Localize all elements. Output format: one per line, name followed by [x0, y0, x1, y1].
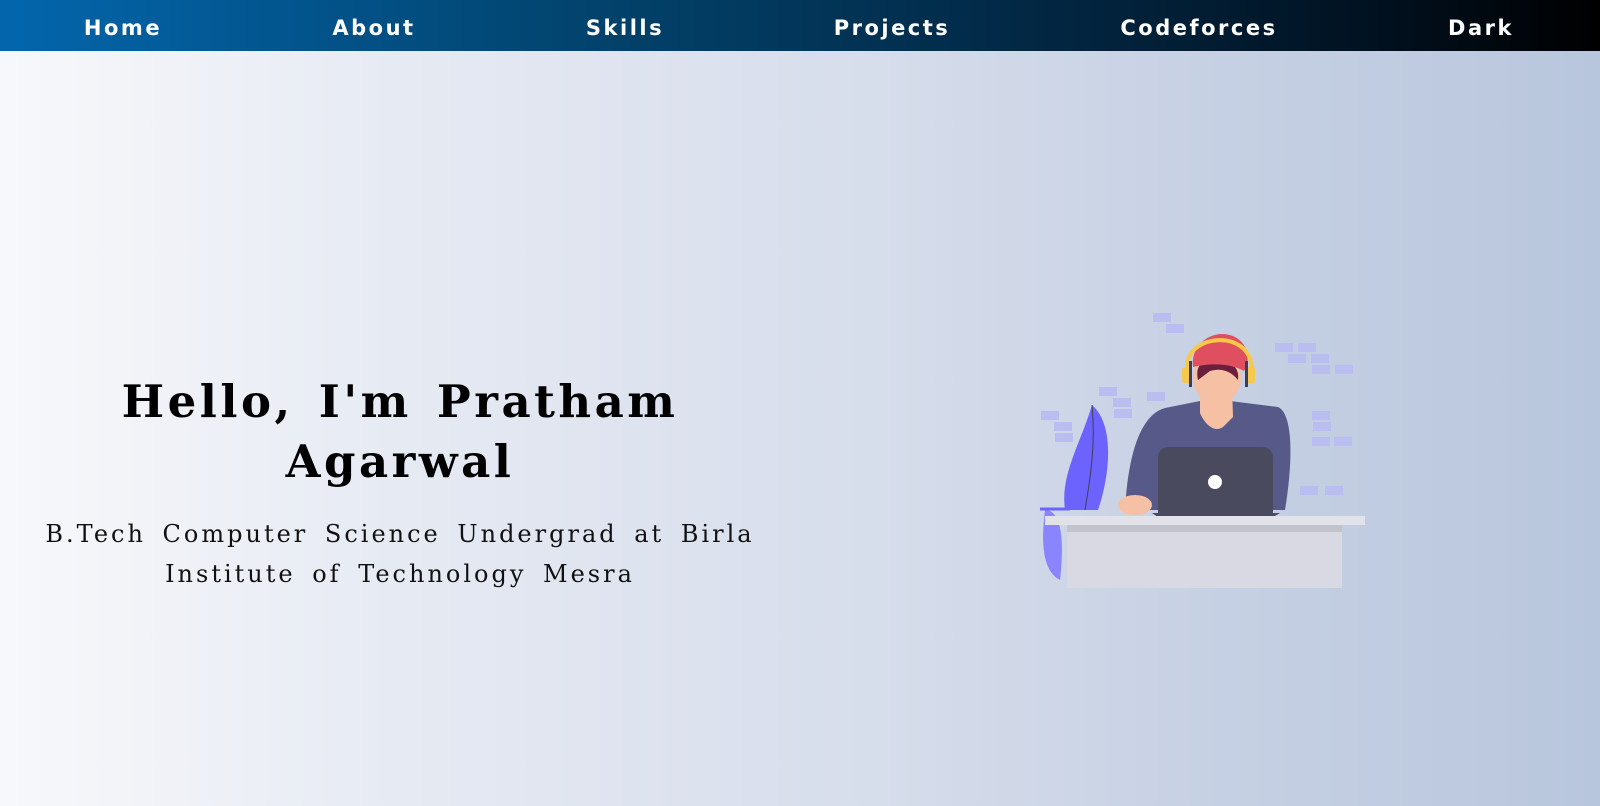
top-navbar: Home About Skills Projects Codeforces Da… — [0, 0, 1600, 51]
nav-projects-link[interactable]: Projects — [834, 0, 951, 51]
nav-codeforces-link[interactable]: Codeforces — [1120, 0, 1277, 51]
hero-intro: Hello, I'm Pratham Agarwal B.Tech Comput… — [20, 372, 780, 594]
developer-at-laptop-illustration-icon — [1040, 313, 1365, 588]
laptop-logo-icon — [1208, 475, 1222, 489]
hero-subtitle: B.Tech Computer Science Undergrad at Bir… — [45, 520, 755, 588]
desk-top — [1045, 516, 1365, 525]
theme-toggle-button[interactable]: Dark — [1448, 0, 1514, 51]
nav-skills-link[interactable]: Skills — [586, 0, 664, 51]
nav-home-link[interactable]: Home — [84, 0, 162, 51]
hero-title: Hello, I'm Pratham Agarwal — [121, 375, 679, 488]
developer-illustration — [1030, 305, 1370, 595]
person-hand — [1118, 495, 1152, 515]
desk-body — [1067, 532, 1342, 588]
nav-about-link[interactable]: About — [332, 0, 415, 51]
